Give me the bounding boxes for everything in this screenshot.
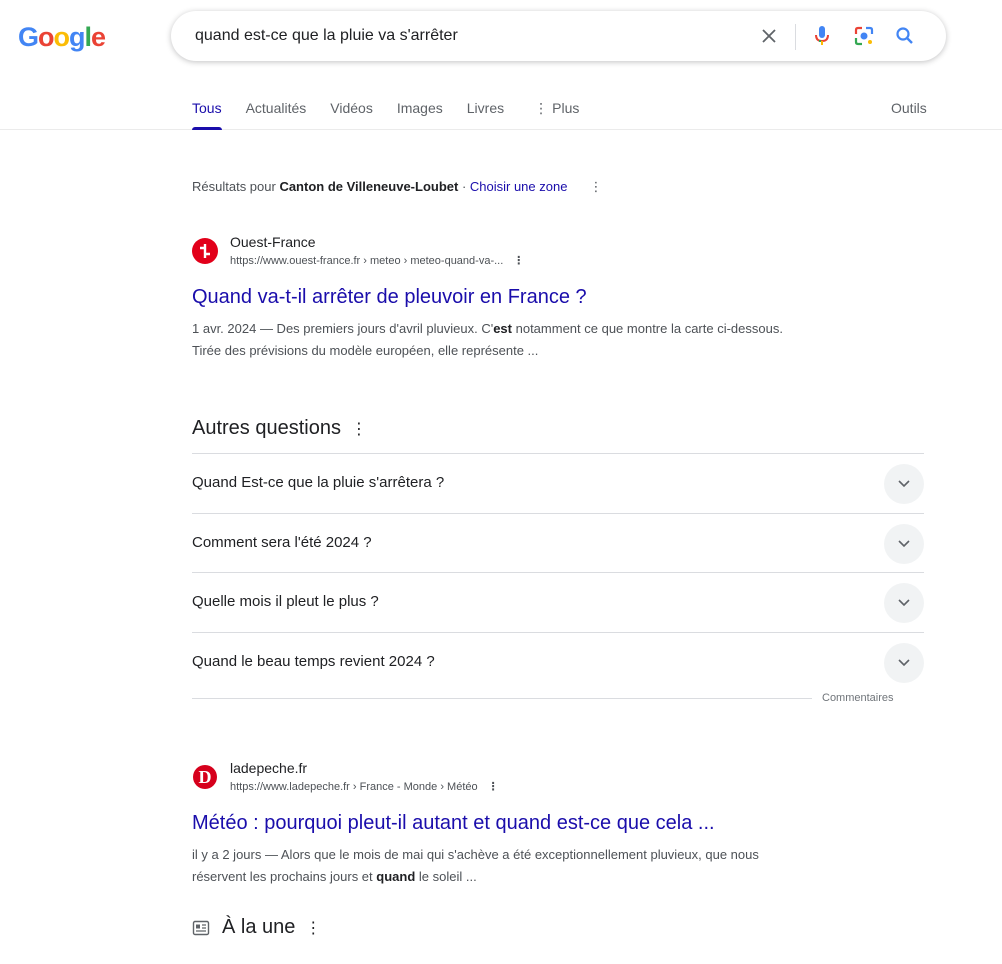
paa-question[interactable]: Comment sera l'été 2024 ? bbox=[192, 512, 924, 573]
feedback-link[interactable]: Commentaires bbox=[822, 692, 894, 704]
more-vert-icon[interactable]: ⋮ bbox=[513, 255, 524, 267]
tab-news[interactable]: Actualités bbox=[246, 100, 307, 130]
google-logo[interactable]: Google bbox=[18, 22, 106, 53]
chevron-down-icon[interactable] bbox=[884, 464, 924, 504]
chevron-down-icon[interactable] bbox=[884, 523, 924, 564]
more-vert-icon[interactable]: ⋮ bbox=[305, 918, 321, 938]
top-stories-header: À la une ⋮ bbox=[192, 916, 321, 939]
result-url: https://www.ouest-france.fr › meteo › me… bbox=[230, 255, 525, 267]
people-also-ask-list: Quand Est-ce que la pluie s'arrêtera ? C… bbox=[192, 453, 924, 691]
clear-icon[interactable] bbox=[757, 24, 781, 48]
result-title-link[interactable]: Météo : pourquoi pleut-il autant et quan… bbox=[192, 812, 715, 835]
google-lens-icon[interactable] bbox=[852, 24, 876, 48]
header: Google quand est-ce que la pluie va s'ar… bbox=[0, 0, 1002, 130]
search-tabs: Tous Actualités Vidéos Images Livres ⋮ Pl… bbox=[192, 100, 603, 130]
tab-videos[interactable]: Vidéos bbox=[330, 100, 373, 130]
search-box[interactable] bbox=[171, 11, 946, 61]
newspaper-icon bbox=[192, 920, 210, 935]
search-icon[interactable] bbox=[893, 24, 917, 48]
chevron-down-icon[interactable] bbox=[884, 642, 924, 683]
tab-more[interactable]: ⋮ Plus bbox=[534, 100, 579, 130]
location-notice: Résultats pour Canton de Villeneuve-Loub… bbox=[192, 179, 603, 194]
searchbox-divider bbox=[795, 24, 796, 50]
chevron-down-icon[interactable] bbox=[884, 583, 924, 623]
result-snippet: 1 avr. 2024 — Des premiers jours d'avril… bbox=[192, 321, 783, 358]
result-snippet: il y a 2 jours — Alors que le mois de ma… bbox=[192, 847, 759, 884]
tab-images[interactable]: Images bbox=[397, 100, 443, 130]
result-site-name: Ouest-France bbox=[230, 234, 316, 250]
result-url: https://www.ladepeche.fr › France - Mond… bbox=[230, 781, 499, 793]
svg-text:D: D bbox=[199, 767, 212, 787]
location-name: Canton de Villeneuve-Loubet bbox=[279, 179, 459, 194]
result-site-name: ladepeche.fr bbox=[230, 760, 308, 776]
search-result: Ouest-France https://www.ouest-france.fr… bbox=[192, 234, 792, 358]
tools-button[interactable]: Outils bbox=[891, 100, 927, 116]
search-result: D ladepeche.fr https://www.ladepeche.fr … bbox=[192, 760, 792, 884]
tab-more-label: Plus bbox=[552, 100, 580, 116]
top-stories-title: À la une bbox=[222, 916, 296, 938]
search-input[interactable] bbox=[195, 11, 755, 61]
more-vert-icon[interactable]: ⋮ bbox=[351, 421, 367, 438]
result-source[interactable]: D ladepeche.fr https://www.ladepeche.fr … bbox=[192, 760, 792, 793]
result-title-link[interactable]: Quand va-t-il arrêter de pleuvoir en Fra… bbox=[192, 286, 587, 309]
choose-area-link[interactable]: Choisir une zone bbox=[470, 179, 568, 194]
result-source[interactable]: Ouest-France https://www.ouest-france.fr… bbox=[192, 234, 792, 267]
tab-books[interactable]: Livres bbox=[467, 100, 504, 130]
more-vert-icon[interactable]: ⋮ bbox=[589, 179, 602, 194]
ladepeche-favicon: D bbox=[192, 764, 218, 790]
tab-all[interactable]: Tous bbox=[192, 100, 222, 130]
paa-question[interactable]: Quand Est-ce que la pluie s'arrêtera ? bbox=[192, 453, 924, 513]
search-input-wrapper bbox=[195, 11, 755, 61]
paa-question[interactable]: Quelle mois il pleut le plus ? bbox=[192, 572, 924, 632]
microphone-icon[interactable] bbox=[810, 24, 834, 48]
ouest-france-favicon bbox=[192, 238, 218, 264]
more-vert-icon[interactable]: ⋮ bbox=[488, 781, 499, 793]
paa-divider bbox=[192, 698, 812, 699]
more-vert-icon: ⋮ bbox=[534, 100, 549, 116]
paa-question[interactable]: Quand le beau temps revient 2024 ? bbox=[192, 631, 924, 692]
people-also-ask-title: Autres questions ⋮ bbox=[192, 417, 367, 439]
